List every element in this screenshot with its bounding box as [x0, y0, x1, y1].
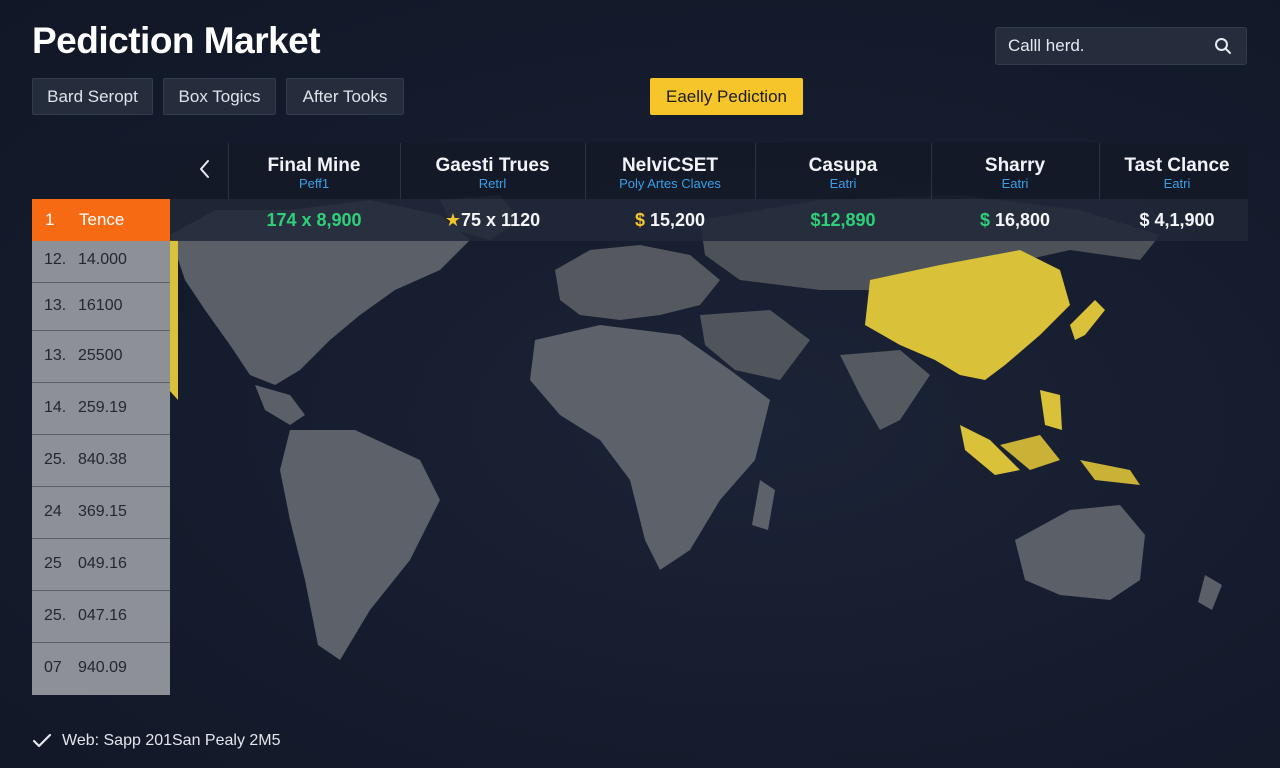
map-new-guinea: [1080, 460, 1140, 485]
column-final-mine[interactable]: Final Mine Peff1: [228, 143, 400, 199]
map-japan: [1070, 300, 1105, 340]
tab-after-tooks[interactable]: After Tooks: [286, 78, 404, 115]
value-gaesti-trues[interactable]: ★75 x 1120: [400, 199, 585, 241]
ranking-value: Tence: [79, 210, 125, 229]
column-subtitle: Poly Artes Claves: [619, 176, 721, 191]
column-sharry[interactable]: Sharry Eatri: [931, 143, 1099, 199]
ranking-number: 25.: [44, 607, 67, 624]
column-nelvicset[interactable]: NelviCSET Poly Artes Claves: [585, 143, 755, 199]
column-casupa[interactable]: Casupa Eatri: [755, 143, 931, 199]
ranking-row[interactable]: 24 369.15: [32, 487, 170, 539]
ranking-row[interactable]: 14. 259.19: [32, 383, 170, 435]
footer-status-text: Web: Sapp 201San Pealy 2M5: [62, 732, 281, 749]
ranking-value: 16100: [78, 297, 123, 314]
ranking-value: 049.16: [78, 555, 127, 572]
ranking-value: 14.000: [78, 251, 127, 268]
map-south-america: [280, 430, 440, 660]
map-philippines: [1040, 390, 1062, 430]
ranking-row[interactable]: 12. 14.000: [32, 241, 170, 283]
tab-bard-seropt[interactable]: Bard Seropt: [32, 78, 153, 115]
map-australia: [1015, 505, 1145, 600]
ranking-value: 940.09: [78, 659, 127, 676]
ranking-number: 13.: [44, 347, 67, 364]
map-europe: [555, 245, 720, 320]
map-india: [840, 350, 930, 430]
column-subtitle: Eatri: [1001, 176, 1029, 191]
column-subtitle: Retrl: [478, 176, 507, 191]
map-new-zealand: [1198, 575, 1222, 610]
ranking-row[interactable]: 25 049.16: [32, 539, 170, 591]
tab-box-togics[interactable]: Box Togics: [163, 78, 276, 115]
early-prediction-button[interactable]: Eaelly Pediction: [650, 78, 803, 115]
column-title: Sharry: [984, 155, 1046, 176]
currency-symbol: $: [979, 210, 990, 230]
star-icon: ★: [444, 210, 462, 230]
app-root: Pediction Market Bard Seropt Box Togics …: [0, 0, 1280, 768]
ranking-number: 12.: [44, 251, 67, 268]
search-icon[interactable]: [1214, 37, 1232, 55]
search-box[interactable]: [995, 27, 1247, 65]
ranking-number: 14.: [44, 399, 67, 416]
ranking-number: 13.: [44, 297, 67, 314]
chevron-left-icon[interactable]: [190, 155, 220, 183]
column-title: Tast Clance: [1124, 155, 1230, 176]
column-subtitle: Peff1: [298, 176, 330, 191]
column-title: Casupa: [808, 155, 878, 176]
value-final-mine[interactable]: 174 x 8,900: [228, 199, 400, 241]
ranking-row[interactable]: 13. 16100: [32, 283, 170, 331]
ranking-value: 369.15: [78, 503, 127, 520]
ranking-value: 840.38: [78, 451, 127, 468]
ranking-value: 25500: [78, 347, 123, 364]
value-nelvicset[interactable]: $ 15,200: [585, 199, 755, 241]
column-subtitle: Eatri: [829, 176, 857, 191]
value-text: 4,1,900: [1149, 210, 1215, 230]
ranking-number: 1: [45, 210, 55, 229]
value-tast-clance[interactable]: $ 4,1,900: [1099, 199, 1255, 241]
value-text: 15,200: [644, 210, 706, 230]
ranking-row[interactable]: 25. 840.38: [32, 435, 170, 487]
ranking-row[interactable]: 13. 25500: [32, 331, 170, 383]
value-casupa[interactable]: $12,890: [755, 199, 931, 241]
search-input[interactable]: [1008, 28, 1208, 64]
ranking-row[interactable]: 25. 047.16: [32, 591, 170, 643]
ranking-number: 25.: [44, 451, 67, 468]
map-central-america: [255, 385, 305, 425]
value-sharry[interactable]: $ 16,800: [931, 199, 1099, 241]
currency-symbol: $: [634, 210, 645, 230]
ranking-number: 25: [44, 555, 62, 572]
ranking-number: 07: [44, 659, 62, 676]
ranking-value: 047.16: [78, 607, 127, 624]
value-text: $12,890: [810, 210, 876, 230]
column-title: Final Mine: [267, 155, 361, 176]
ranking-row-top[interactable]: 1 Tence: [32, 199, 170, 241]
column-tast-clance[interactable]: Tast Clance Eatri: [1099, 143, 1255, 199]
ranking-value: 259.19: [78, 399, 127, 416]
page-title: Pediction Market: [32, 20, 321, 61]
value-text: 75 x 1120: [461, 210, 541, 230]
currency-symbol: $: [1139, 210, 1150, 230]
column-title: Gaesti Trues: [435, 155, 550, 176]
column-gaesti-trues[interactable]: Gaesti Trues Retrl: [400, 143, 585, 199]
map-madagascar: [752, 480, 775, 530]
value-text: 174 x 8,900: [266, 210, 362, 230]
value-text: 16,800: [989, 210, 1051, 230]
column-subtitle: Eatri: [1163, 176, 1191, 191]
ranking-row[interactable]: 07 940.09: [32, 643, 170, 695]
ranking-number: 24: [44, 503, 62, 520]
column-title: NelviCSET: [621, 155, 719, 176]
check-icon: [32, 733, 52, 748]
footer-status: Web: Sapp 201San Pealy 2M5: [32, 732, 281, 750]
